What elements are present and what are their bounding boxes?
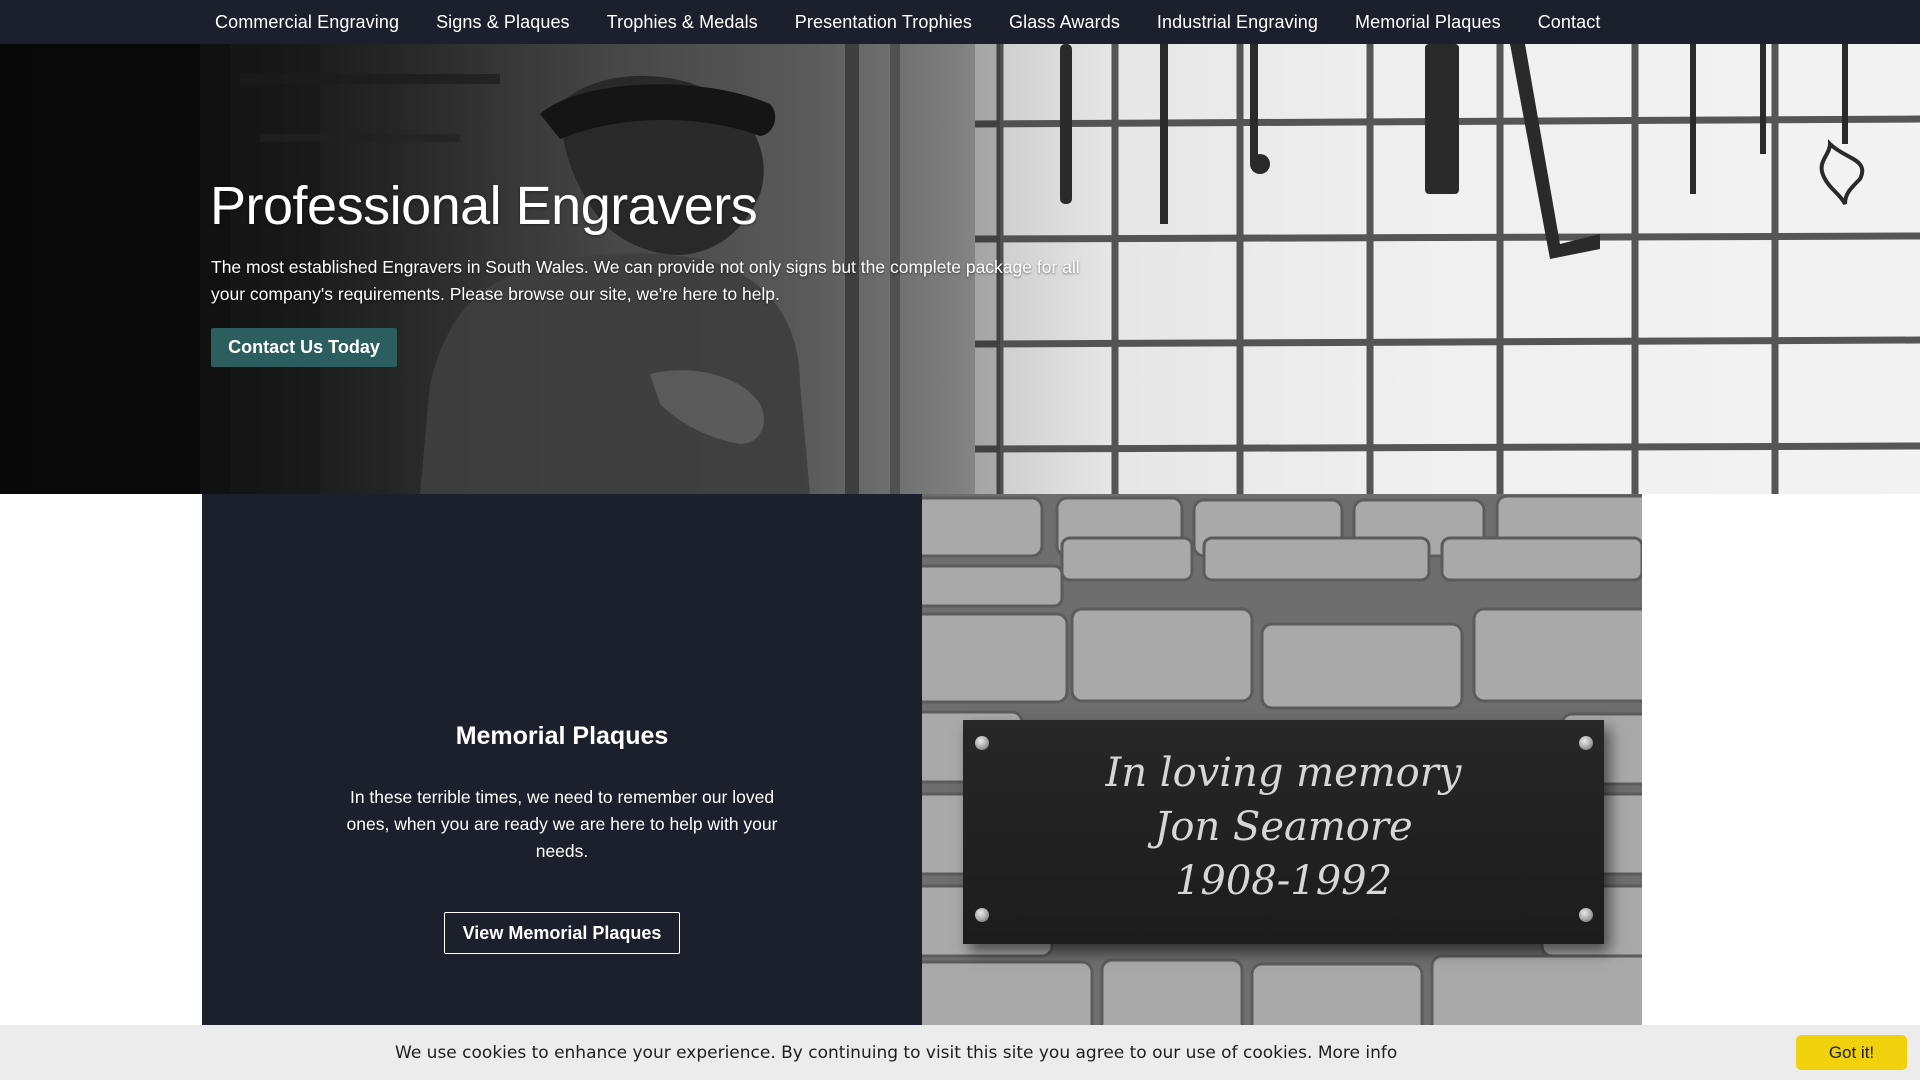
memorial-plaque-image: In loving memory Jon Seamore 1908-1992 — [922, 494, 1642, 1025]
screw-icon — [1579, 908, 1593, 922]
screw-icon — [1579, 736, 1593, 750]
view-memorial-plaques-button[interactable]: View Memorial Plaques — [444, 912, 680, 954]
nav-item-contact[interactable]: Contact — [1538, 12, 1601, 33]
hero-section: Professional Engravers The most establis… — [0, 44, 1920, 494]
screw-icon — [975, 736, 989, 750]
nav-item-industrial-engraving[interactable]: Industrial Engraving — [1157, 12, 1318, 33]
nav-item-signs-plaques[interactable]: Signs & Plaques — [436, 12, 570, 33]
memorial-plaque: In loving memory Jon Seamore 1908-1992 — [963, 720, 1604, 944]
nav-item-memorial-plaques[interactable]: Memorial Plaques — [1355, 12, 1501, 33]
hero-title: Professional Engravers — [210, 176, 758, 236]
cookie-accept-button[interactable]: Got it! — [1796, 1035, 1907, 1070]
top-nav: Commercial Engraving Signs & Plaques Tro… — [0, 0, 1920, 44]
feature-title: Memorial Plaques — [455, 722, 669, 750]
feature-description: In these terrible times, we need to reme… — [346, 787, 778, 861]
memorial-plaques-panel: Memorial Plaques In these terrible times… — [202, 494, 922, 1025]
cookie-message: We use cookies to enhance your experienc… — [395, 1043, 1397, 1063]
nav-item-presentation-trophies[interactable]: Presentation Trophies — [795, 12, 972, 33]
screw-icon — [975, 908, 989, 922]
plaque-line-1: In loving memory — [1105, 750, 1462, 796]
contact-us-button[interactable]: Contact Us Today — [211, 328, 397, 367]
plaque-line-2: Jon Seamore — [1154, 804, 1413, 850]
nav-item-trophies-medals[interactable]: Trophies & Medals — [607, 12, 758, 33]
cookie-more-info-link[interactable]: More info — [1318, 1043, 1397, 1063]
cookie-banner: We use cookies to enhance your experienc… — [0, 1025, 1920, 1080]
nav-item-glass-awards[interactable]: Glass Awards — [1009, 12, 1120, 33]
hero-description: The most established Engravers in South … — [211, 257, 1080, 304]
cookie-text: We use cookies to enhance your experienc… — [395, 1043, 1313, 1063]
plaque-line-3: 1908-1992 — [1174, 858, 1393, 904]
nav-item-commercial-engraving[interactable]: Commercial Engraving — [215, 12, 399, 33]
